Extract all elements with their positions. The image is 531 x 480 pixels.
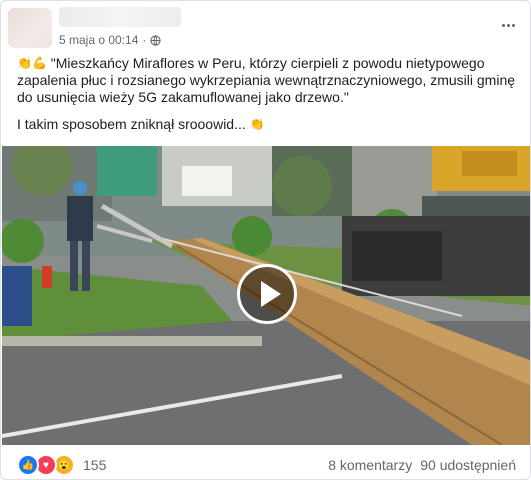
- meta-separator: ·: [142, 33, 147, 47]
- avatar[interactable]: [8, 8, 52, 48]
- clap-emoji-icon-2: 👏: [249, 117, 265, 131]
- shares-count[interactable]: 90 udostępnień: [420, 457, 516, 473]
- quote-line-1: "Mieszkańcy Miraflores w Peru, którzy ci…: [50, 55, 485, 71]
- reaction-count[interactable]: 155: [83, 457, 106, 473]
- post-footer: 👍 ♥ 😮 155 8 komentarzy 90 udostępnień: [1, 447, 530, 479]
- post-meta: 5 maja o 00:14 ·: [59, 33, 162, 47]
- reactions-summary[interactable]: 👍 ♥ 😮 155: [17, 454, 106, 476]
- comments-count[interactable]: 8 komentarzy: [328, 457, 412, 473]
- post-text-line-2: I takim sposobem zniknął srooowid... 👏: [17, 116, 516, 133]
- play-icon[interactable]: [237, 264, 297, 324]
- post-text: 👏💪 "Mieszkańcy Miraflores w Peru, którzy…: [17, 55, 516, 133]
- more-options-icon[interactable]: [498, 15, 518, 35]
- post-header: 5 maja o 00:14 ·: [1, 1, 530, 51]
- quote-line-3: do usunięcia wieży 5G zakamuflowanej jak…: [17, 89, 349, 105]
- clap-emoji-icon: 👏: [17, 56, 32, 70]
- quote-line-2: zapalenia płuc i rozsianego wykrzepiania…: [17, 72, 516, 88]
- paragraph-2: I takim sposobem zniknął srooowid...: [17, 116, 246, 132]
- like-reaction-icon: 👍: [17, 454, 39, 476]
- muscle-emoji-icon: 💪: [31, 56, 47, 70]
- post-stats: 8 komentarzy 90 udostępnień: [328, 457, 516, 473]
- facebook-post: 5 maja o 00:14 · 👏💪 "Mieszkańcy Miraflor…: [0, 0, 531, 480]
- post-timestamp[interactable]: 5 maja o 00:14: [59, 33, 138, 47]
- globe-icon: [150, 34, 162, 46]
- post-text-line-1: 👏💪 "Mieszkańcy Miraflores w Peru, którzy…: [17, 55, 516, 72]
- video-player[interactable]: [2, 146, 530, 445]
- author-name-blurred[interactable]: [59, 7, 181, 27]
